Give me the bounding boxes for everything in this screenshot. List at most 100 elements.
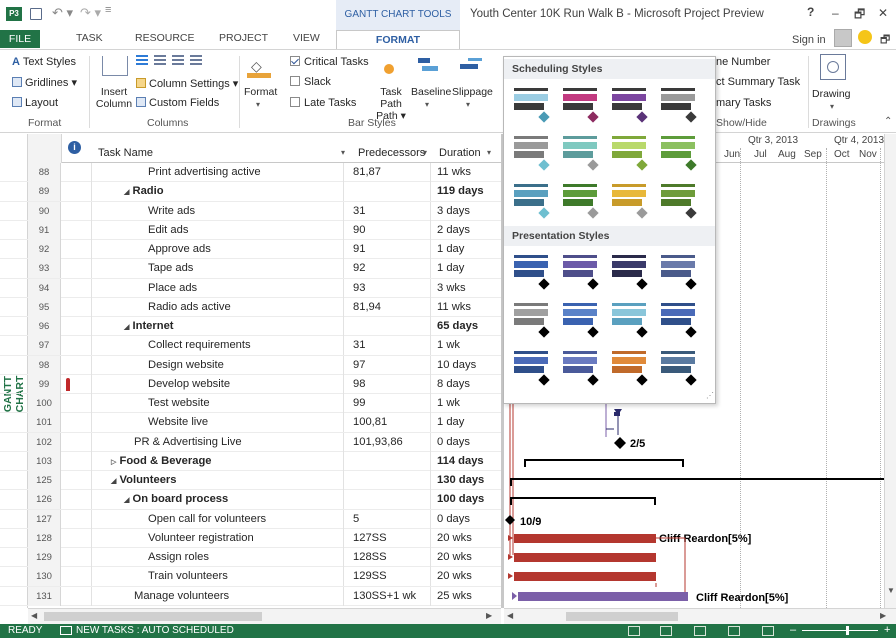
zoom-slider-thumb[interactable] — [846, 626, 849, 635]
chart-vertical-scrollbar[interactable]: ▼ — [884, 134, 896, 608]
presentation-style-swatch-2[interactable] — [559, 249, 601, 291]
presentation-style-swatch-1[interactable] — [510, 249, 552, 291]
baseline-button[interactable]: Baseline — [411, 86, 451, 98]
baseline-dropdown-icon[interactable]: ▾ — [425, 100, 429, 109]
presentation-style-swatch-6[interactable] — [559, 297, 601, 339]
summary-tasks-checkbox[interactable]: mary Tasks — [716, 97, 771, 109]
row-number[interactable]: 128 — [28, 528, 61, 548]
duration-cell[interactable]: 3 wks — [432, 279, 500, 298]
critical-tasks-checkbox[interactable]: Critical Tasks — [290, 56, 369, 68]
line-number-checkbox[interactable]: ne Number — [716, 56, 770, 68]
duration-cell[interactable]: 1 wk — [432, 394, 500, 413]
collapse-toggle-icon[interactable]: ◢ — [93, 478, 116, 485]
quick-access-customize-icon[interactable]: ≡ — [105, 4, 111, 16]
task-name-cell[interactable]: Manage volunteers — [93, 586, 344, 606]
tab-file[interactable]: FILE — [0, 30, 40, 48]
gridlines-button[interactable]: Gridlines ▾ — [12, 76, 77, 89]
row-number[interactable]: 131 — [28, 586, 61, 606]
align-center-icon[interactable] — [154, 55, 166, 67]
row-number[interactable]: 89 — [28, 182, 61, 202]
presentation-style-swatch-3[interactable] — [608, 249, 650, 291]
duration-cell[interactable]: 25 wks — [432, 587, 500, 606]
row-number[interactable]: 101 — [28, 413, 61, 433]
scheduling-style-swatch-3[interactable] — [608, 82, 650, 124]
row-number[interactable]: 102 — [28, 432, 61, 452]
task-name-cell[interactable]: Develop website — [93, 374, 344, 394]
presentation-style-swatch-10[interactable] — [559, 345, 601, 387]
layout-button[interactable]: Layout — [12, 97, 58, 109]
scroll-right-icon[interactable]: ▶ — [486, 611, 492, 620]
drawing-dropdown-icon[interactable]: ▾ — [830, 102, 834, 111]
drawing-button[interactable]: Drawing — [812, 88, 851, 100]
task-name-cell[interactable]: Collect requirements — [93, 336, 344, 356]
predecessors-cell[interactable]: 129SS — [345, 567, 431, 587]
row-number[interactable]: 129 — [28, 548, 61, 567]
row-number[interactable]: 90 — [28, 201, 61, 221]
predecessors-cell[interactable]: 91 — [345, 240, 431, 259]
task-path-icon[interactable] — [384, 64, 394, 74]
zoom-out-icon[interactable]: – — [790, 624, 796, 636]
smiley-feedback-icon[interactable] — [858, 30, 872, 44]
column-header-predecessors[interactable]: Predecessors — [358, 147, 425, 159]
predecessors-cell[interactable]: 97 — [345, 355, 431, 375]
predecessors-cell[interactable] — [345, 490, 431, 510]
format-bar-icon[interactable]: ◇ — [247, 58, 271, 78]
presentation-style-swatch-9[interactable] — [510, 345, 552, 387]
status-new-tasks[interactable]: NEW TASKS : AUTO SCHEDULED — [76, 625, 234, 636]
predecessors-cell[interactable]: 99 — [345, 394, 431, 413]
slippage-icon[interactable] — [460, 56, 482, 78]
zoom-in-icon[interactable]: + — [884, 624, 890, 636]
duration-cell[interactable]: 11 wks — [432, 163, 500, 182]
row-number[interactable]: 91 — [28, 220, 61, 240]
duration-cell[interactable]: 10 days — [432, 356, 500, 375]
table-row[interactable]: 100 Test website 99 1 wk — [0, 394, 501, 414]
text-styles-button[interactable]: A Text Styles — [12, 56, 76, 68]
predecessors-cell[interactable]: 31 — [345, 336, 431, 356]
scroll-down-icon[interactable]: ▼ — [887, 586, 895, 595]
scroll-thumb[interactable] — [566, 612, 678, 621]
predecessors-cell[interactable]: 5 — [345, 509, 431, 529]
task-name-cell[interactable]: Approve ads — [93, 240, 344, 259]
resource-sheet-view-icon[interactable] — [728, 626, 740, 636]
zoom-slider-track[interactable] — [802, 630, 878, 631]
table-row[interactable]: 91 Edit ads 90 2 days — [0, 220, 501, 240]
table-row[interactable]: 96 ◢ Internet 65 days — [0, 317, 501, 337]
task-usage-view-icon[interactable] — [660, 626, 672, 636]
duration-cell[interactable]: 0 days — [432, 433, 500, 452]
row-number[interactable]: 98 — [28, 355, 61, 375]
tab-resource[interactable]: RESOURCE — [135, 32, 195, 44]
presentation-style-swatch-8[interactable] — [657, 297, 699, 339]
scheduling-style-swatch-8[interactable] — [657, 130, 699, 172]
duration-cell[interactable]: 1 day — [432, 240, 500, 259]
presentation-style-swatch-12[interactable] — [657, 345, 699, 387]
user-avatar[interactable] — [834, 29, 852, 47]
scroll-thumb[interactable] — [44, 612, 262, 621]
row-number[interactable]: 88 — [28, 163, 61, 182]
scheduling-style-swatch-9[interactable] — [510, 178, 552, 220]
minimize-icon[interactable]: – — [832, 6, 839, 20]
table-row[interactable]: 98 Design website 97 10 days — [0, 355, 501, 375]
predecessors-cell[interactable]: 81,87 — [345, 163, 431, 182]
table-row[interactable]: 89 ◢ Radio 119 days — [0, 182, 501, 202]
scheduling-style-swatch-5[interactable] — [510, 130, 552, 172]
predecessors-cell[interactable]: 127SS — [345, 528, 431, 548]
drawing-icon[interactable] — [820, 54, 846, 80]
duration-cell[interactable]: 130 days — [432, 471, 500, 490]
help-icon[interactable]: ? — [807, 5, 814, 19]
task-name-cell[interactable]: Test website — [93, 394, 344, 413]
task-name-cell[interactable]: Website live — [93, 413, 344, 433]
task-name-cell[interactable]: Volunteer registration — [93, 528, 344, 548]
duration-cell[interactable]: 20 wks — [432, 567, 500, 586]
restore-icon[interactable]: 🗗 — [854, 5, 865, 26]
close-icon[interactable]: ✕ — [878, 6, 888, 20]
row-number[interactable]: 92 — [28, 240, 61, 259]
scheduling-style-swatch-6[interactable] — [559, 130, 601, 172]
table-row[interactable]: 92 Approve ads 91 1 day — [0, 240, 501, 260]
task-name-cell[interactable]: Write ads — [93, 201, 344, 221]
scheduling-style-swatch-12[interactable] — [657, 178, 699, 220]
row-number[interactable]: 99 — [28, 374, 61, 394]
predecessors-dropdown-icon[interactable]: ▾ — [423, 148, 427, 157]
task-name-cell[interactable]: ◢ Radio — [93, 182, 344, 202]
tab-view[interactable]: VIEW — [293, 32, 320, 44]
slack-checkbox[interactable]: Slack — [290, 76, 331, 88]
